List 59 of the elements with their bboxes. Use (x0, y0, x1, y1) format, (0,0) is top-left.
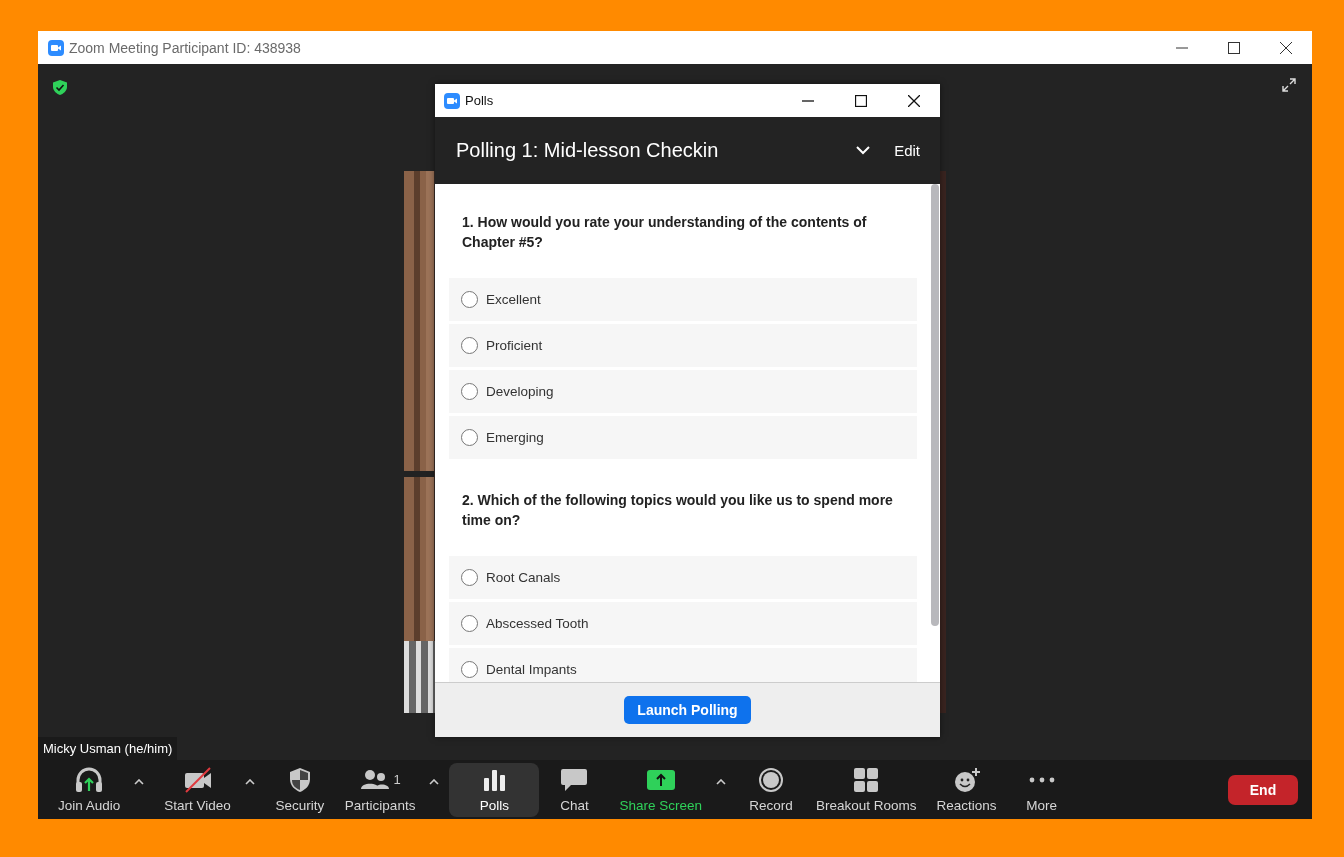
smiley-plus-icon (952, 766, 981, 793)
zoom-logo-icon (444, 92, 460, 109)
poll-option[interactable]: Dental Impants (449, 648, 917, 682)
radio-button[interactable] (461, 383, 478, 400)
zoom-logo-icon (48, 39, 64, 56)
shield-check-icon[interactable] (53, 80, 67, 95)
poll-option[interactable]: Developing (449, 370, 917, 413)
poll-title: Polling 1: Mid-lesson Checkin (456, 139, 719, 162)
caret-icon[interactable] (134, 778, 145, 785)
radio-button[interactable] (461, 661, 478, 678)
chat-bubble-icon (560, 766, 589, 793)
window-title: Polls (465, 93, 494, 108)
edit-button[interactable]: Edit (892, 140, 922, 161)
camera-off-icon (182, 766, 213, 793)
toolbar-button[interactable]: Join Audio (48, 762, 131, 817)
minimize-icon[interactable] (1176, 46, 1188, 49)
question-text: 1. How would you rate your understanding of the contents of Chapter #5? (461, 213, 868, 252)
shield-icon (287, 766, 312, 793)
fullscreen-icon[interactable] (1282, 78, 1296, 92)
poll-option[interactable]: Abscessed Tooth (449, 602, 917, 645)
toolbar-button[interactable]: Breakout Rooms (805, 762, 927, 817)
question-text: 2. Which of the following topics would you like us to spend more time on? (461, 491, 894, 530)
grid-icon (853, 766, 880, 793)
radio-button[interactable] (461, 569, 478, 586)
toolbar-button[interactable]: Reactions (926, 762, 1007, 817)
radio-button[interactable] (461, 337, 478, 354)
toolbar-button[interactable]: Chat (539, 762, 610, 817)
poll-option[interactable]: Excellent (449, 278, 917, 321)
record-icon (757, 766, 784, 793)
caret-icon[interactable] (715, 778, 726, 785)
toolbar-button[interactable]: 1 Participants (334, 762, 426, 817)
window-title: Zoom Meeting Participant ID: 438938 (69, 39, 301, 56)
toolbar-button[interactable]: More (1006, 762, 1077, 817)
participant-count: 1 (393, 772, 401, 787)
minimize-icon[interactable] (801, 99, 814, 102)
maximize-icon[interactable] (854, 94, 867, 107)
participant-name-tag: Micky Usman (he/him) (38, 737, 178, 760)
poll-option[interactable]: Emerging (449, 416, 917, 459)
more-icon (1028, 776, 1055, 783)
launch-polling-button[interactable]: Launch Polling (624, 696, 751, 724)
toolbar-button[interactable]: Share Screen (609, 762, 712, 817)
toolbar-button[interactable]: Start Video (154, 762, 241, 817)
radio-button[interactable] (461, 615, 478, 632)
headphones-icon (74, 766, 105, 793)
radio-button[interactable] (461, 429, 478, 446)
toolbar-button[interactable]: Security (264, 762, 335, 817)
close-icon[interactable] (1280, 41, 1292, 54)
poll-option[interactable]: Root Canals (449, 556, 917, 599)
end-button[interactable]: End (1228, 774, 1298, 805)
maximize-icon[interactable] (1228, 41, 1240, 54)
radio-button[interactable] (461, 291, 478, 308)
toolbar-button[interactable]: Polls (449, 762, 540, 817)
toolbar-button[interactable]: Record (735, 762, 806, 817)
caret-icon[interactable] (244, 778, 255, 785)
poll-option[interactable]: Proficient (449, 324, 917, 367)
close-icon[interactable] (907, 94, 920, 107)
caret-icon[interactable] (429, 778, 440, 785)
scrollbar[interactable] (931, 184, 939, 626)
chevron-down-icon[interactable] (856, 146, 871, 155)
